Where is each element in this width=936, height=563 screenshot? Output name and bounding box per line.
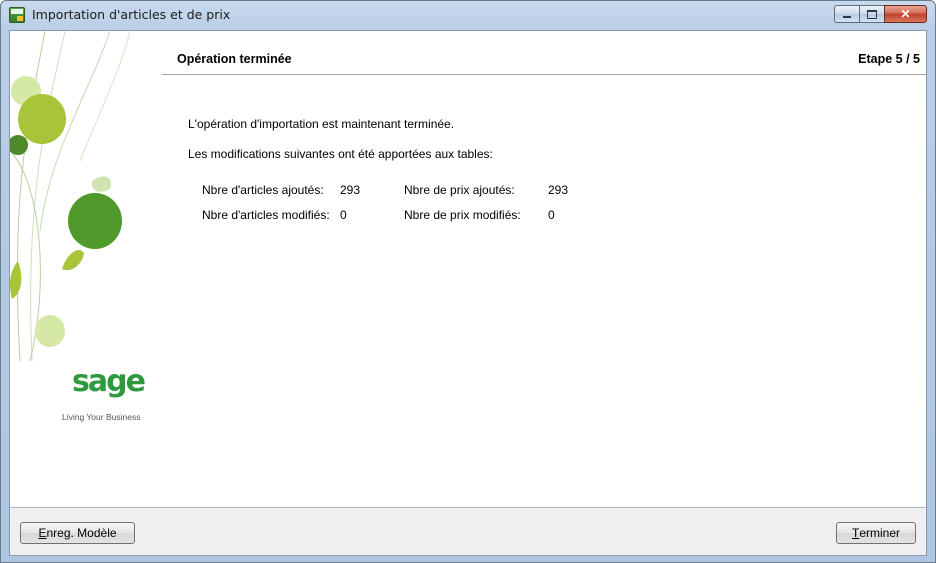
- articles-added-label: Nbre d'articles ajoutés:: [202, 183, 324, 197]
- changes-intro-message: Les modifications suivantes ont été appo…: [188, 147, 493, 161]
- articles-modified-label: Nbre d'articles modifiés:: [202, 208, 330, 222]
- prices-added-value: 293: [548, 183, 569, 197]
- side-graphic-panel: sage Living Your Business: [10, 31, 162, 426]
- completion-message: L'opération d'importation est maintenant…: [188, 117, 455, 131]
- sage-app-icon[interactable]: [9, 7, 25, 23]
- wizard-footer: Enreg. Modèle Terminer: [10, 508, 926, 555]
- wizard-header: Opération terminée Etape 5 / 5: [162, 31, 926, 75]
- close-icon: ✕: [900, 7, 911, 21]
- prices-modified-label: Nbre de prix modifiés:: [404, 208, 521, 222]
- wizard-client-area: sage Living Your Business Opération term…: [9, 30, 927, 556]
- step-indicator: Etape 5 / 5: [858, 52, 920, 66]
- minimize-icon: [843, 16, 851, 18]
- maximize-button[interactable]: [859, 5, 885, 23]
- maximize-icon: [867, 9, 877, 19]
- title-bar[interactable]: Importation d'articles et de prix ✕: [1, 1, 935, 29]
- finish-button[interactable]: Terminer: [836, 522, 916, 544]
- brand-tagline: Living Your Business: [62, 412, 141, 422]
- window-controls: ✕: [834, 5, 927, 23]
- articles-added-value: 293: [340, 183, 361, 197]
- finish-label: erminer: [859, 526, 901, 540]
- save-template-button[interactable]: Enreg. Modèle: [20, 522, 135, 544]
- step-title: Opération terminée: [177, 52, 292, 66]
- minimize-button[interactable]: [834, 5, 860, 23]
- close-button[interactable]: ✕: [884, 5, 927, 23]
- window-title: Importation d'articles et de prix: [32, 7, 231, 22]
- save-template-mnemonic: E: [38, 526, 47, 540]
- save-template-label: nreg. Modèle: [46, 526, 117, 540]
- decorative-leaves-graphic: [10, 31, 131, 362]
- prices-added-label: Nbre de prix ajoutés:: [404, 183, 515, 197]
- prices-modified-value: 0: [548, 208, 555, 222]
- articles-modified-value: 0: [340, 208, 347, 222]
- finish-mnemonic: T: [851, 526, 860, 540]
- import-wizard-window: Importation d'articles et de prix ✕ sage…: [0, 0, 936, 563]
- sage-logo: sage: [72, 364, 146, 399]
